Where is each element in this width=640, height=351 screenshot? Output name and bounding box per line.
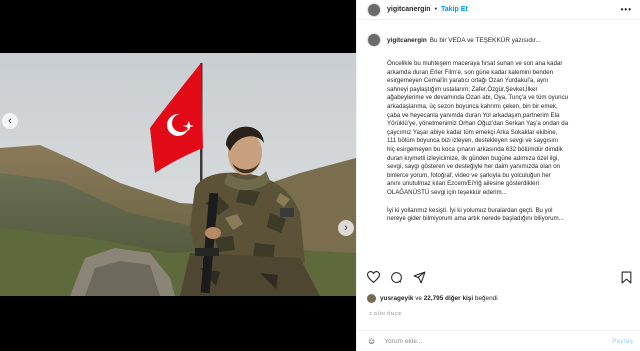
media-viewer: ‹ › bbox=[0, 0, 356, 351]
caption-line: çaycımız Yaşar abiye kadar tüm emekçi Ar… bbox=[387, 128, 558, 136]
post-details-panel: yigitcanergin • Takip Et ••• yigitcanerg… bbox=[356, 0, 640, 351]
comment-input[interactable] bbox=[384, 337, 613, 345]
caption-paragraph-2: İyi ki yollarımız kesişti. İyi ki yolumu… bbox=[387, 207, 631, 224]
caption-line: çaba ve heyecanla yanımda duran Yol arka… bbox=[387, 111, 560, 119]
follow-button[interactable]: Takip Et bbox=[441, 6, 468, 13]
caption-body: Öncelikle bu muhteşem maceraya fırsat su… bbox=[387, 60, 631, 224]
bookmark-icon[interactable] bbox=[621, 271, 632, 284]
post-header: yigitcanergin • Takip Et ••• bbox=[357, 0, 640, 20]
caption-line: Yörüklü'ye, yönetmenimiz Orhan Oğuz'dan … bbox=[387, 120, 569, 128]
likes-summary: yusrageyik ve 22,795 diğer kişi beğendi bbox=[367, 294, 498, 303]
caption-line: OLAĞANÜSTÜ sevgi için teşekkür ederim... bbox=[387, 188, 507, 196]
likes-connector: ve bbox=[413, 295, 423, 302]
post-caption: yigitcanergin Bu bir VEDA ve TEŞEKKÜR ya… bbox=[357, 33, 640, 263]
caption-line: hiç esirgemeyen bu koca çınarın arkasınd… bbox=[387, 145, 563, 153]
post-author-username[interactable]: yigitcanergin bbox=[387, 6, 431, 13]
caption-author-username[interactable]: yigitcanergin bbox=[387, 37, 427, 44]
caption-line: İyi ki yollarımız kesişti. İyi ki yolumu… bbox=[387, 206, 553, 214]
emoji-icon[interactable]: ☺ bbox=[367, 336, 376, 346]
share-icon[interactable] bbox=[413, 271, 426, 284]
caption-line: ağabeylerime ve devamında Ozan abi, Oya,… bbox=[387, 94, 569, 102]
header-separator: • bbox=[434, 6, 438, 13]
avatar[interactable] bbox=[367, 33, 381, 47]
caption-line: binlerce yorum, fotoğraf, video ve şarkı… bbox=[387, 171, 551, 179]
post-actions bbox=[367, 270, 632, 284]
post-timestamp[interactable]: 2 GÜN ÖNCE bbox=[369, 312, 402, 317]
avatar[interactable] bbox=[367, 2, 381, 17]
likes-suffix: beğendi bbox=[473, 295, 498, 302]
caption-line: Öncelikle bu muhteşem maceraya fırsat su… bbox=[387, 60, 563, 67]
comment-composer: ☺ Paylaş bbox=[357, 330, 640, 351]
likes-connector-text: ve bbox=[415, 295, 422, 302]
comment-icon[interactable] bbox=[390, 271, 403, 284]
heart-icon[interactable] bbox=[367, 271, 380, 283]
post-photo[interactable]: ‹ › bbox=[0, 53, 356, 296]
likes-count-link[interactable]: 22,795 diğer kişi bbox=[424, 295, 473, 302]
liker-username[interactable]: yusrageyik bbox=[380, 295, 413, 302]
more-options-icon[interactable]: ••• bbox=[621, 5, 632, 14]
caption-line: esirgemeyen Cemal'in yaratıcı ortağı Oza… bbox=[387, 77, 549, 85]
avatar[interactable] bbox=[367, 294, 376, 303]
caption-line: arkadaşlarıma, üç sezon boyunca kahrımı … bbox=[387, 102, 558, 110]
caption-header: yigitcanergin Bu bir VEDA ve TEŞEKKÜR ya… bbox=[367, 33, 631, 47]
caption-line: duran kıymetli izleyicimize, ilk günden … bbox=[387, 154, 560, 162]
caption-line: sahneyi paylaştığım ustalarım; Zafer,Özg… bbox=[387, 85, 538, 93]
caption-first-line: Bu bir VEDA ve TEŞEKKÜR yazısıdır... bbox=[429, 36, 541, 44]
caption-line: sevgi, saygı gösteren ve desteğiyle her … bbox=[387, 163, 561, 171]
post-photo-image bbox=[0, 53, 356, 296]
caption-line: arkamda duran Erler Film'e, son güne kad… bbox=[387, 68, 554, 76]
post-comment-button[interactable]: Paylaş bbox=[612, 338, 633, 345]
caption-line: nereye gider bilmiyorum ama artık nerede… bbox=[387, 215, 564, 223]
caption-paragraph-1: Öncelikle bu muhteşem maceraya fırsat su… bbox=[387, 60, 631, 198]
previous-photo-button[interactable]: ‹ bbox=[2, 113, 18, 129]
caption-line: 111 bölüm boyunca bizi izleyen, destekle… bbox=[387, 137, 559, 145]
likes-suffix-text: beğendi bbox=[474, 295, 498, 302]
caption-line: anını unutulmaz kılan Ezcem/EiYiğ ailesi… bbox=[387, 180, 539, 188]
next-photo-button[interactable]: › bbox=[338, 220, 354, 236]
